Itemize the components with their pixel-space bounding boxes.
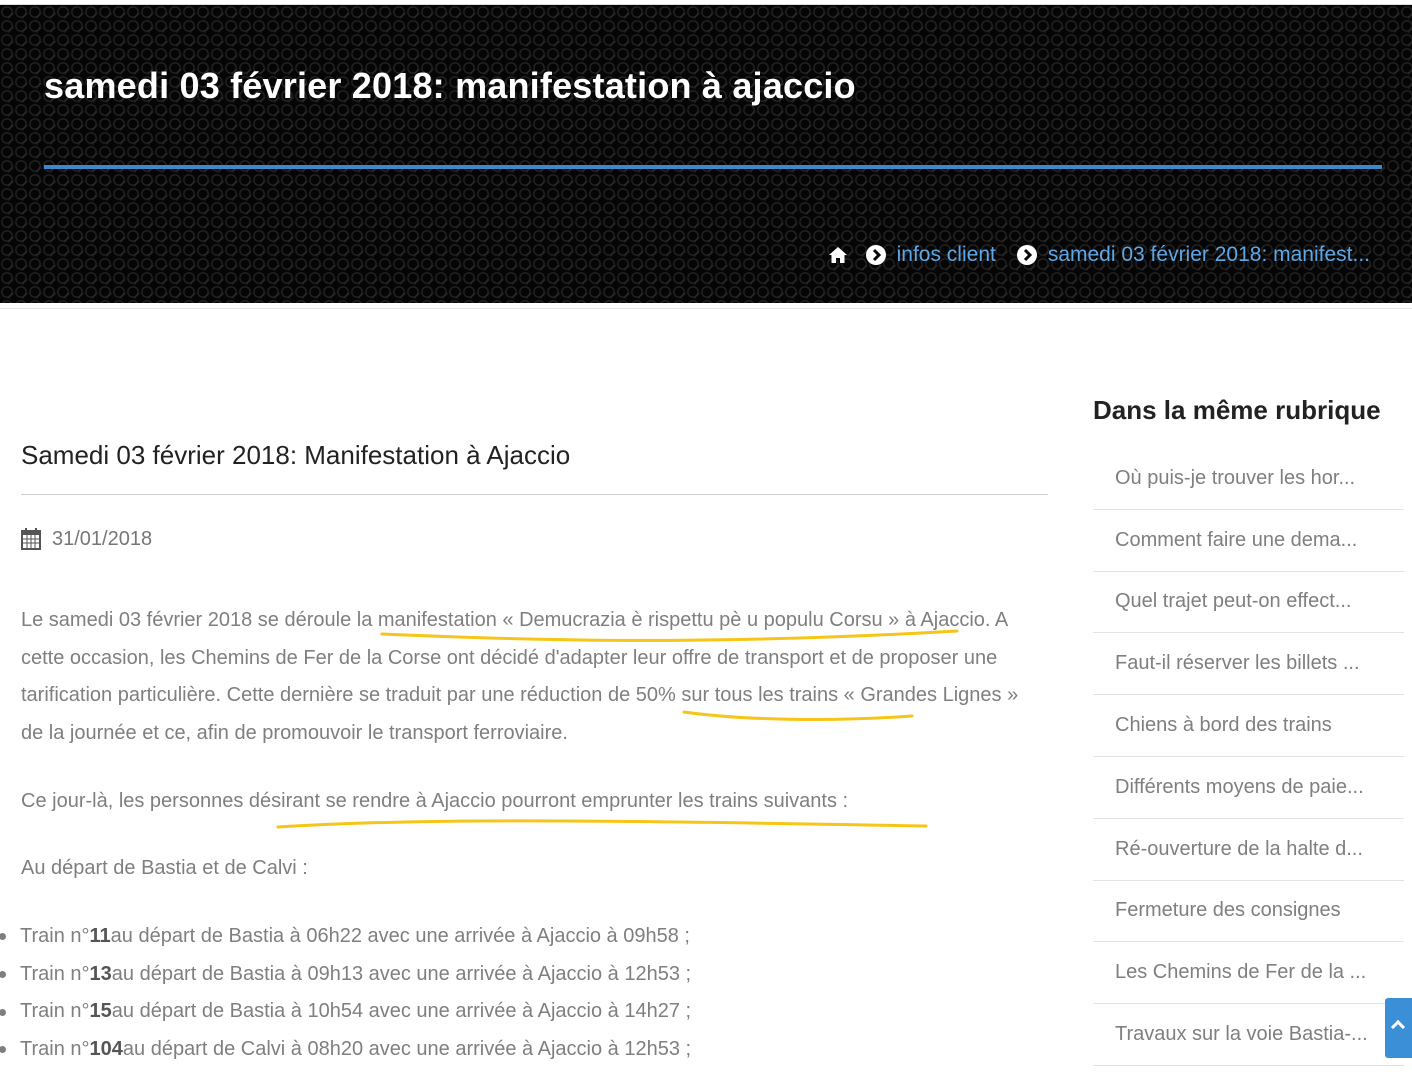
page-title: samedi 03 février 2018: manifestation à …	[44, 65, 856, 106]
train-number: 104	[89, 1038, 123, 1061]
sidebar-item[interactable]: Où puis-je trouver les hor...	[1093, 448, 1404, 510]
chevron-right-circle-icon	[865, 244, 887, 266]
train-prefix: Train n°	[20, 962, 90, 985]
sidebar-item[interactable]: Comment faire une dema...	[1093, 510, 1404, 572]
header-divider	[44, 165, 1382, 169]
article-title-divider	[21, 494, 1048, 495]
sidebar-link[interactable]: Ré-ouverture de la halte d...	[1115, 838, 1363, 861]
sidebar-item[interactable]: Chiens à bord des trains	[1093, 695, 1404, 757]
sidebar-link[interactable]: Comment faire une dema...	[1115, 529, 1357, 552]
sidebar-item[interactable]: Ré-ouverture de la halte d...	[1093, 819, 1404, 881]
bullet	[0, 933, 6, 941]
sidebar-links: Où puis-je trouver les hor... Comment fa…	[1093, 448, 1404, 1066]
sidebar-item[interactable]: Fermeture des consignes	[1093, 881, 1404, 943]
article-title: Samedi 03 février 2018: Manifestation à …	[21, 440, 571, 470]
sidebar-link[interactable]: Chiens à bord des trains	[1115, 714, 1332, 737]
sidebar-link[interactable]: Les Chemins de Fer de la ...	[1115, 961, 1366, 984]
breadcrumb-link-infos-client[interactable]: infos client	[897, 243, 996, 267]
sidebar-link[interactable]: Fermeture des consignes	[1115, 899, 1341, 922]
train-details: au départ de Calvi à 08h20 avec une arri…	[122, 1038, 692, 1061]
sidebar-link[interactable]: Différents moyens de paie...	[1115, 776, 1364, 799]
train-details: au départ de Bastia à 10h54 avec une arr…	[111, 1000, 692, 1023]
list-item: Train n° 104 au départ de Calvi à 08h20 a…	[0, 1031, 691, 1069]
article-paragraph-intro: Le samedi 03 février 2018 se déroule la …	[21, 609, 1019, 745]
sidebar-item[interactable]: Travaux sur la voie Bastia-...	[1093, 1004, 1404, 1066]
bullet	[0, 971, 6, 979]
article-paragraph-departures: Au départ de Bastia et de Calvi :	[21, 857, 308, 879]
article-date-text: 31/01/2018	[52, 527, 153, 550]
arrow-up-icon	[1390, 1019, 1406, 1035]
train-number: 11	[89, 925, 111, 947]
sidebar-link[interactable]: Faut-il réserver les billets ...	[1115, 652, 1360, 675]
train-prefix: Train n°	[20, 1000, 90, 1023]
breadcrumb-current-page: samedi 03 février 2018: manifest...	[1047, 243, 1370, 266]
train-prefix: Train n°	[20, 925, 90, 947]
sidebar-title: Dans la même rubrique	[1093, 395, 1381, 425]
scroll-to-top-button[interactable]	[1385, 998, 1412, 1058]
train-number: 13	[89, 962, 112, 985]
list-item: Train n° 11 au départ de Bastia à 06h22 a…	[0, 918, 691, 956]
bullet	[0, 1046, 6, 1054]
sidebar-item[interactable]: Faut-il réserver les billets ...	[1093, 633, 1404, 696]
sidebar-link[interactable]: Où puis-je trouver les hor...	[1115, 467, 1355, 490]
sidebar-item[interactable]: Les Chemins de Fer de la ...	[1093, 942, 1404, 1005]
article-date: 31/01/2018	[21, 525, 152, 553]
chevron-right-circle-icon	[1016, 244, 1038, 266]
train-number: 15	[89, 1000, 112, 1023]
list-item: Train n° 13 au départ de Bastia à 09h13 a…	[0, 956, 691, 994]
page-header-banner: samedi 03 février 2018: manifestation à …	[0, 5, 1412, 303]
underline-trains-suivants	[276, 819, 928, 829]
train-list: Train n° 11 au départ de Bastia à 06h22 a…	[0, 918, 691, 1069]
sidebar-item[interactable]: Différents moyens de paie...	[1093, 757, 1404, 819]
bullet	[0, 1008, 6, 1016]
train-prefix: Train n°	[20, 1038, 90, 1061]
sidebar-link[interactable]: Travaux sur la voie Bastia-...	[1115, 1023, 1368, 1046]
breadcrumb: infos client samedi 03 février 2018: man…	[827, 235, 1370, 275]
header-bottom-border	[0, 303, 1412, 309]
train-details: au départ de Bastia à 09h13 avec une arr…	[111, 962, 692, 985]
home-icon[interactable]	[827, 244, 849, 266]
article-paragraph-trains-intro: Ce jour-là, les personnes désirant se re…	[21, 790, 849, 812]
sidebar-link[interactable]: Quel trajet peut-on effect...	[1115, 590, 1351, 613]
calendar-icon	[21, 528, 41, 550]
list-item: Train n° 15 au départ de Bastia à 10h54 a…	[0, 993, 691, 1031]
sidebar-item[interactable]: Quel trajet peut-on effect...	[1093, 572, 1404, 634]
train-details: au départ de Bastia à 06h22 avec une arr…	[110, 925, 690, 947]
